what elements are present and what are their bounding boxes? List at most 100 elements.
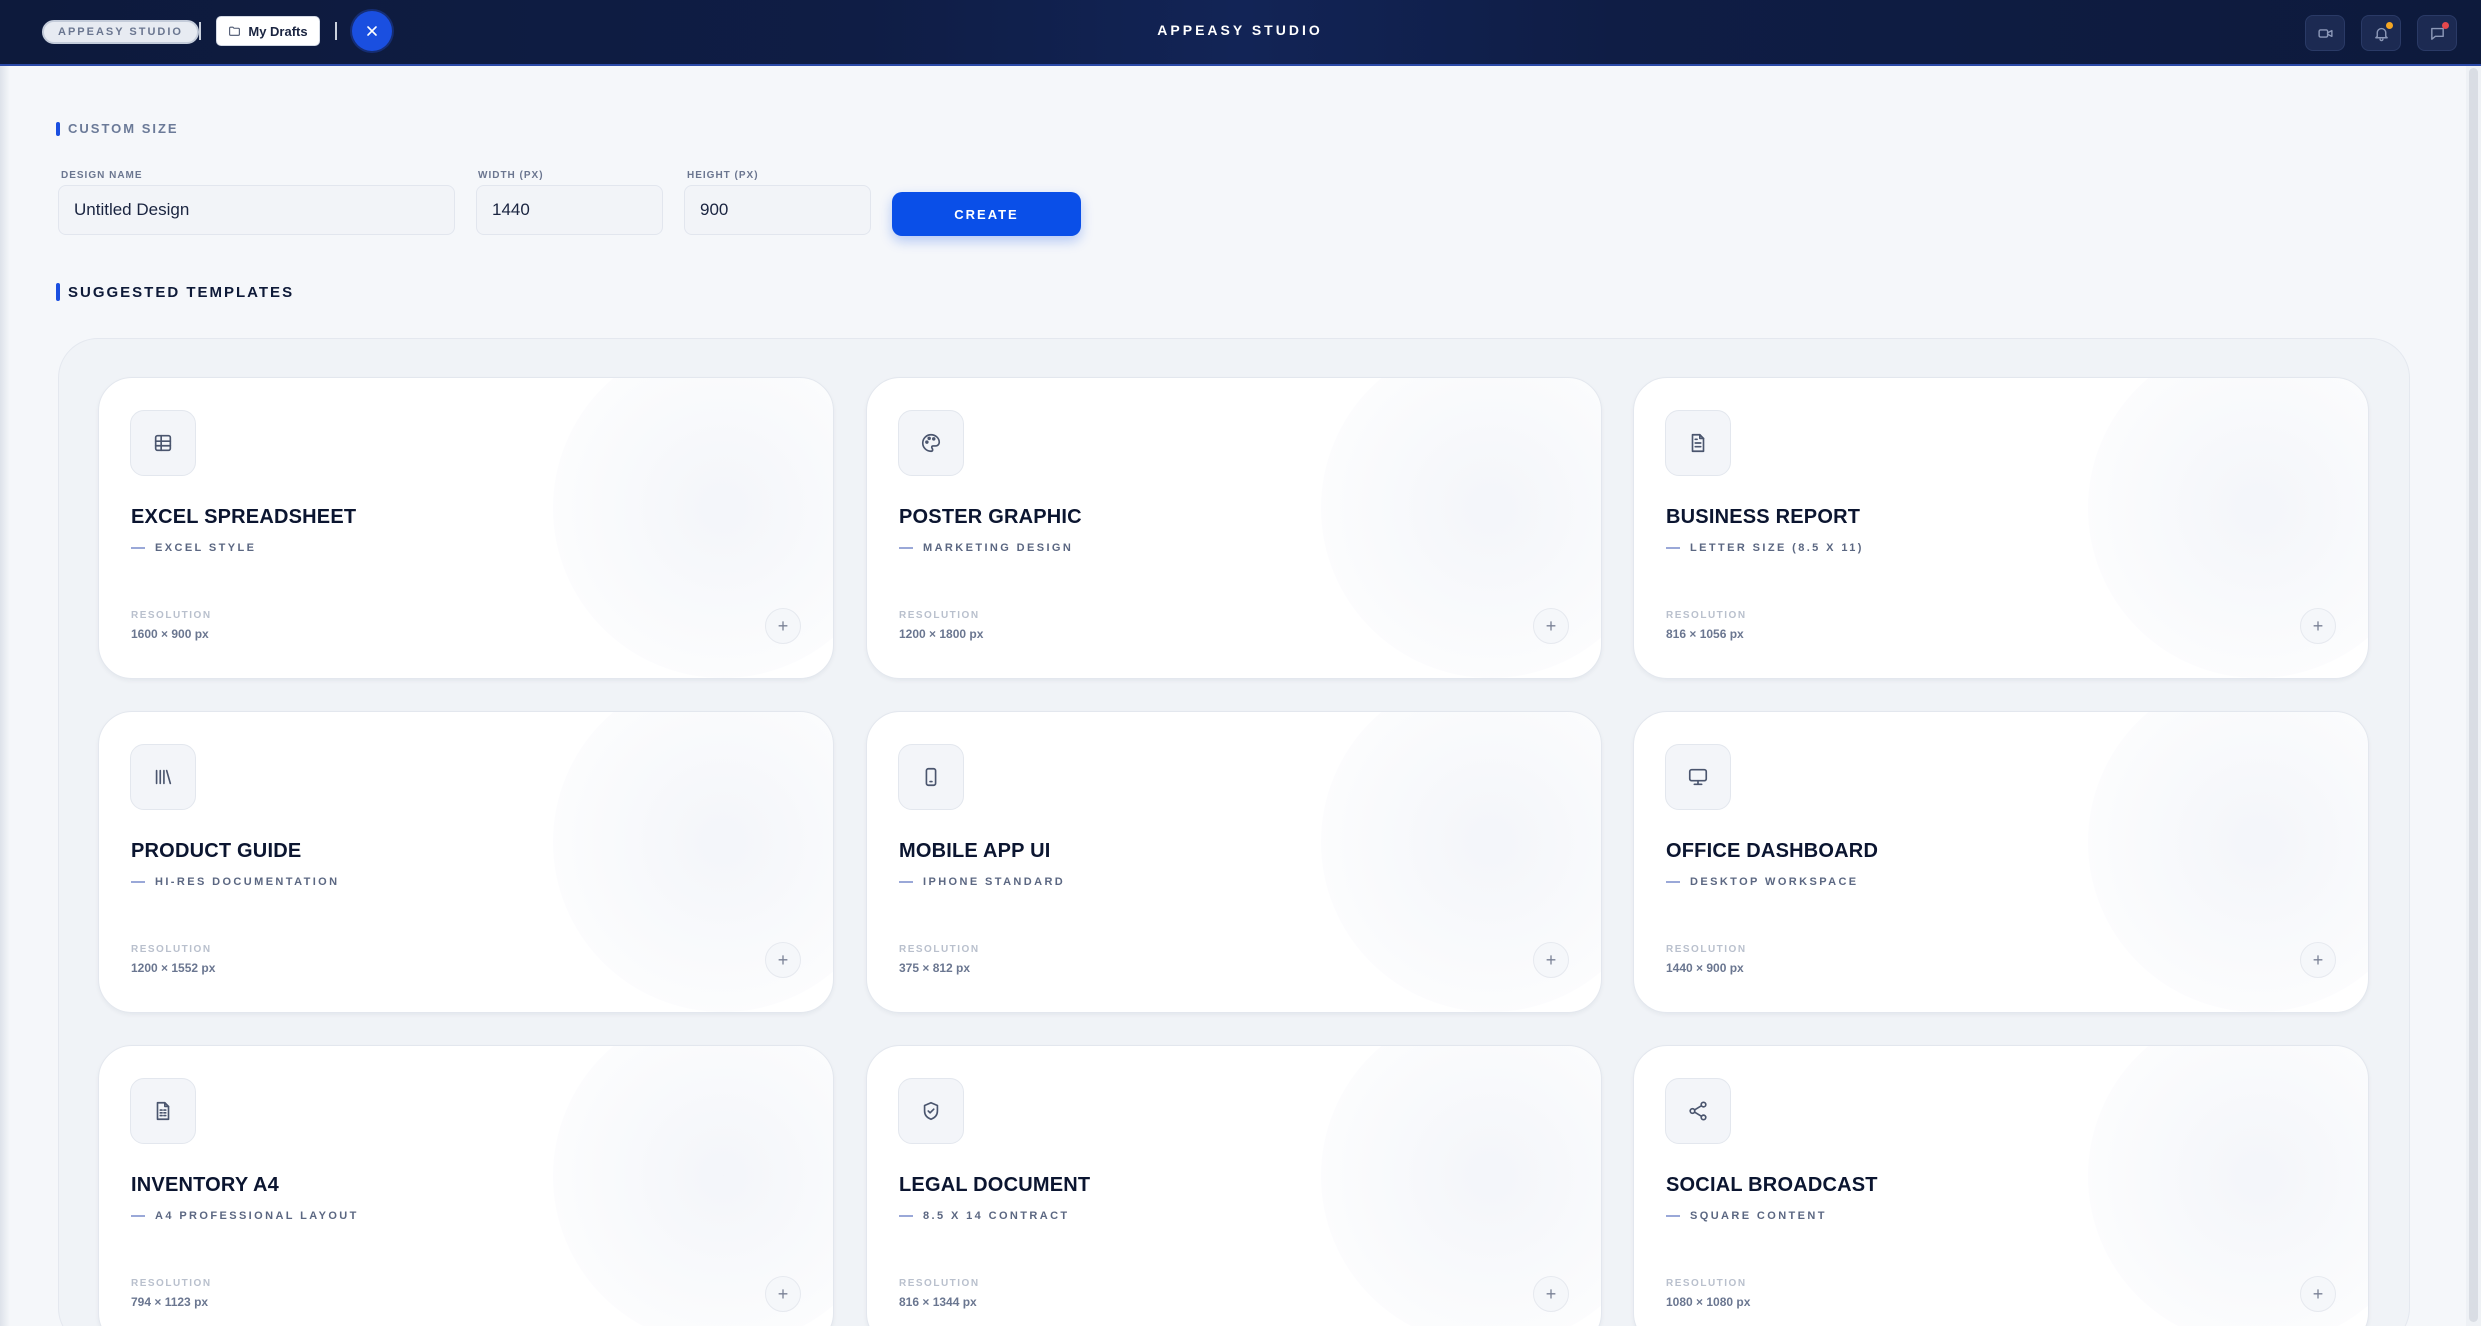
template-title: PRODUCT GUIDE — [131, 840, 302, 862]
width-label: WIDTH (PX) — [478, 170, 544, 181]
template-subtitle: DESKTOP WORKSPACE — [1666, 876, 1859, 888]
palette-icon — [922, 433, 941, 453]
resolution-label: RESOLUTION — [1666, 1278, 1747, 1289]
video-call-button[interactable] — [2305, 15, 2345, 51]
plus-icon: + — [777, 949, 789, 970]
template-icon-box — [898, 744, 964, 810]
template-subtitle-text: IPHONE STANDARD — [923, 876, 1066, 888]
template-resolution: 1200 × 1800 px — [899, 627, 984, 641]
template-card-office-dashboard[interactable]: OFFICE DASHBOARD DESKTOP WORKSPACE RESOLUT… — [1633, 711, 2369, 1013]
scrollbar[interactable] — [2466, 66, 2481, 1326]
plus-icon: + — [2312, 949, 2324, 970]
template-title: SOCIAL BROADCAST — [1666, 1174, 1878, 1196]
template-subtitle: MARKETING DESIGN — [899, 542, 1073, 554]
template-card-social-broadcast[interactable]: SOCIAL BROADCAST SQUARE CONTENT RESOLUTION… — [1633, 1045, 2369, 1326]
add-template-button[interactable]: + — [765, 608, 801, 644]
template-title: MOBILE APP UI — [899, 840, 1051, 862]
template-subtitle: A4 PROFESSIONAL LAYOUT — [131, 1210, 359, 1222]
suggested-templates-heading: SUGGESTED TEMPLATES — [56, 283, 294, 301]
template-card-excel-spreadsheet[interactable]: EXCEL SPREADSHEET EXCEL STYLE RESOLUTION 16… — [98, 377, 834, 679]
resolution-label: RESOLUTION — [131, 944, 212, 955]
resolution-label: RESOLUTION — [899, 1278, 980, 1289]
subtitle-dash — [899, 1215, 913, 1217]
add-template-button[interactable]: + — [2300, 608, 2336, 644]
scrollbar-thumb[interactable] — [2469, 68, 2478, 1322]
template-subtitle: EXCEL STYLE — [131, 542, 256, 554]
template-card-legal-document[interactable]: LEGAL DOCUMENT 8.5 X 14 CONTRACT RESOLUTIO… — [866, 1045, 1602, 1326]
template-card-poster-graphic[interactable]: POSTER GRAPHIC MARKETING DESIGN RESOLUTION… — [866, 377, 1602, 679]
template-card-inventory-a4[interactable]: INVENTORY A4 A4 PROFESSIONAL LAYOUT RESOLU… — [98, 1045, 834, 1326]
add-template-button[interactable]: + — [1533, 608, 1569, 644]
template-icon-box — [1665, 1078, 1731, 1144]
subtitle-dash — [1666, 547, 1680, 549]
template-resolution: 1600 × 900 px — [131, 627, 209, 641]
template-card-mobile-app-ui[interactable]: MOBILE APP UI IPHONE STANDARD RESOLUTION 37… — [866, 711, 1602, 1013]
my-drafts-button[interactable]: My Drafts — [216, 16, 320, 46]
section-accent-bar — [56, 121, 60, 136]
left-edge-shade — [0, 0, 10, 1326]
template-title: BUSINESS REPORT — [1666, 506, 1861, 528]
template-title: EXCEL SPREADSHEET — [131, 506, 357, 528]
notification-dot — [2386, 22, 2393, 29]
brand-badge[interactable]: APPEASY STUDIO — [42, 20, 199, 44]
plus-icon: + — [1545, 1283, 1557, 1304]
template-icon-box — [1665, 410, 1731, 476]
plus-icon: + — [777, 615, 789, 636]
design-name-input[interactable]: Untitled Design — [58, 185, 455, 235]
template-icon-box — [898, 1078, 964, 1144]
subtitle-dash — [899, 547, 913, 549]
subtitle-dash — [131, 1215, 145, 1217]
template-title: OFFICE DASHBOARD — [1666, 840, 1879, 862]
alert-dot — [2442, 22, 2449, 29]
add-template-button[interactable]: + — [765, 1276, 801, 1312]
header-divider — [199, 22, 201, 40]
template-card-business-report[interactable]: BUSINESS REPORT LETTER SIZE (8.5 X 11) RES… — [1633, 377, 2369, 679]
library-icon — [155, 769, 172, 785]
top-bar: APPEASY STUDIO My Drafts APPEASY STUDIO — [0, 0, 2481, 66]
subtitle-dash — [131, 547, 145, 549]
template-subtitle-text: MARKETING DESIGN — [923, 542, 1074, 554]
messages-button[interactable] — [2417, 15, 2457, 51]
custom-size-heading: CUSTOM SIZE — [56, 121, 179, 136]
folder-icon — [229, 26, 241, 36]
video-icon — [2317, 28, 2333, 38]
close-icon — [367, 26, 377, 36]
subtitle-dash — [131, 881, 145, 883]
spreadsheet-file-icon — [156, 1101, 170, 1121]
notifications-button[interactable] — [2361, 15, 2401, 51]
shield-check-icon — [923, 1101, 939, 1121]
template-title: POSTER GRAPHIC — [899, 506, 1082, 528]
app-title: APPEASY STUDIO — [1157, 22, 1323, 38]
smartphone-icon — [925, 767, 937, 787]
subtitle-dash — [1666, 881, 1680, 883]
template-subtitle: HI-RES DOCUMENTATION — [131, 876, 339, 888]
section-accent-bar — [56, 283, 60, 301]
template-title: LEGAL DOCUMENT — [899, 1174, 1091, 1196]
resolution-label: RESOLUTION — [899, 944, 980, 955]
add-template-button[interactable]: + — [1533, 942, 1569, 978]
add-template-button[interactable]: + — [2300, 942, 2336, 978]
template-subtitle-text: LETTER SIZE (8.5 X 11) — [1690, 542, 1864, 554]
custom-size-label: CUSTOM SIZE — [68, 121, 179, 136]
suggested-templates-label: SUGGESTED TEMPLATES — [68, 283, 295, 301]
create-button[interactable]: CREATE — [892, 192, 1081, 236]
close-button[interactable] — [352, 11, 392, 51]
width-input[interactable]: 1440 — [476, 185, 663, 235]
table-icon — [154, 434, 172, 452]
template-icon-box — [130, 744, 196, 810]
template-icon-box — [130, 410, 196, 476]
template-card-product-guide[interactable]: PRODUCT GUIDE HI-RES DOCUMENTATION RESOLUT… — [98, 711, 834, 1013]
template-subtitle-text: DESKTOP WORKSPACE — [1690, 876, 1859, 888]
add-template-button[interactable]: + — [1533, 1276, 1569, 1312]
resolution-label: RESOLUTION — [1666, 944, 1747, 955]
add-template-button[interactable]: + — [2300, 1276, 2336, 1312]
subtitle-dash — [1666, 1215, 1680, 1217]
height-input[interactable]: 900 — [684, 185, 871, 235]
template-subtitle-text: 8.5 X 14 CONTRACT — [923, 1210, 1070, 1222]
add-template-button[interactable]: + — [765, 942, 801, 978]
template-subtitle-text: SQUARE CONTENT — [1690, 1210, 1827, 1222]
template-subtitle: LETTER SIZE (8.5 X 11) — [1666, 542, 1864, 554]
template-resolution: 816 × 1344 px — [899, 1295, 977, 1309]
template-subtitle-text: A4 PROFESSIONAL LAYOUT — [155, 1210, 359, 1222]
template-resolution: 794 × 1123 px — [131, 1295, 209, 1309]
